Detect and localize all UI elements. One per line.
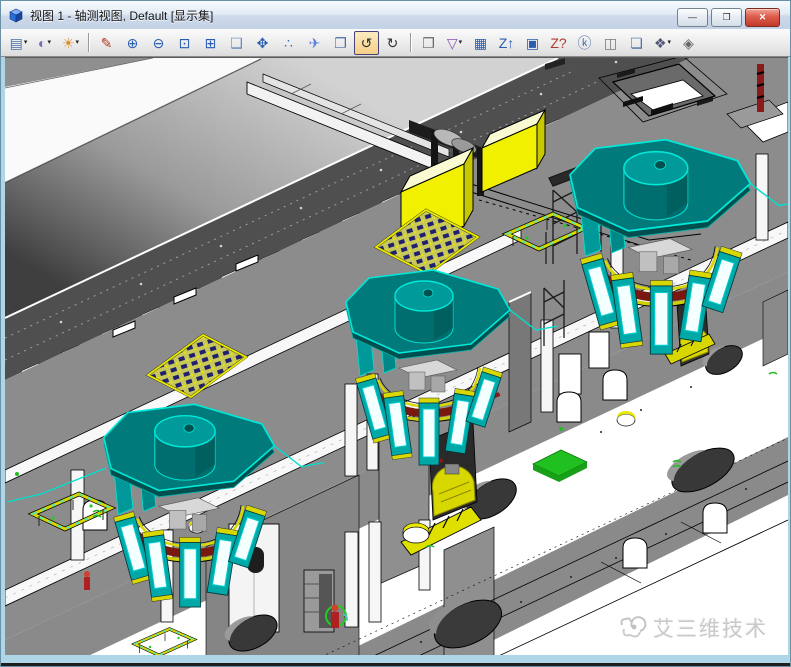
window-controls: — ❐ ✕ [677, 8, 780, 27]
toolbar-lighting-button[interactable]: ☀▾ [58, 31, 83, 55]
toolbar-paint-tool-button[interactable]: ✎ [94, 31, 119, 55]
restore-button[interactable]: ❐ [711, 8, 742, 27]
key-plan-icon: ⓚ [578, 36, 592, 50]
layers-icon: ▣ [526, 36, 539, 50]
viewports-icon: ❒ [422, 36, 435, 50]
model-scene [5, 58, 788, 655]
window-title: 视图 1 - 轴测视图, Default [显示集] [30, 7, 213, 24]
toolbar-separator [410, 33, 411, 52]
app-cube-icon [8, 7, 24, 23]
orbit-icon: ↺ [361, 36, 373, 50]
toolbar-layers-button[interactable]: ▣ [520, 31, 545, 55]
toolbar-z-query-button[interactable]: Z? [546, 31, 571, 55]
zoom-in-icon: ⊕ [127, 36, 139, 50]
sections-icon: ◫ [604, 36, 617, 50]
app-window: 视图 1 - 轴测视图, Default [显示集] — ❐ ✕ ▤▾◐▾☀▾✎… [0, 0, 791, 667]
dropdown-arrow-icon: ▾ [47, 39, 51, 46]
zoom-window-icon: ⊡ [179, 36, 191, 50]
paint-tool-icon: ✎ [101, 36, 113, 50]
cube-shaded-icon: ◈ [683, 36, 694, 50]
toolbar-zoom-window-button[interactable]: ⊡ [172, 31, 197, 55]
toolbar-render-style-button[interactable]: ◐▾ [32, 31, 57, 55]
toolbar-view-previous-button[interactable]: ❐ [328, 31, 353, 55]
display-sets-icon: ▤ [10, 36, 23, 50]
toolbar-display-sets-button[interactable]: ▤▾ [6, 31, 31, 55]
viewport-3d[interactable]: 艾三维技术 [5, 57, 788, 655]
toolbar-perspective-button[interactable]: ▽▾ [442, 31, 467, 55]
toolbar-zoom-out-button[interactable]: ⊖ [146, 31, 171, 55]
zoom-out-icon: ⊖ [153, 36, 165, 50]
view-previous-icon: ❐ [334, 36, 347, 50]
z-up-icon: Z↑ [499, 36, 515, 50]
watermark: 艾三维技术 [618, 613, 768, 643]
toolbar-sections-button[interactable]: ◫ [598, 31, 623, 55]
toolbar-zoom-fit-button[interactable]: ⊞ [198, 31, 223, 55]
dropdown-arrow-icon: ▾ [24, 39, 28, 46]
toolbar: ▤▾◐▾☀▾✎⊕⊖⊡⊞❑✥∴✈❐↺↻❒▽▾▦Z↑▣Z?ⓚ◫❏❖▾◈ [1, 29, 790, 57]
z-query-icon: Z? [550, 36, 566, 50]
perspective-icon: ▽ [447, 36, 458, 50]
close-button[interactable]: ✕ [745, 8, 780, 27]
zoom-fit-icon: ⊞ [205, 36, 217, 50]
worker-figure-left[interactable] [84, 571, 90, 590]
pan-icon: ✥ [257, 36, 269, 50]
toolbar-grid-button[interactable]: ▦ [468, 31, 493, 55]
toolbar-orbit-3d-button[interactable]: ❖▾ [650, 31, 675, 55]
titlebar[interactable]: 视图 1 - 轴测视图, Default [显示集] — ❐ ✕ [1, 1, 790, 29]
toolbar-cube-wire-button[interactable]: ❏ [624, 31, 649, 55]
toolbar-pan-button[interactable]: ✥ [250, 31, 275, 55]
look-around-icon: ↻ [387, 36, 399, 50]
dropdown-arrow-icon: ▾ [76, 39, 80, 46]
toolbar-walk-button[interactable]: ∴ [276, 31, 301, 55]
toolbar-z-up-button[interactable]: Z↑ [494, 31, 519, 55]
dropdown-arrow-icon: ▾ [668, 39, 672, 46]
watermark-text: 艾三维技术 [653, 613, 768, 643]
toolbar-orbit-button[interactable]: ↺ [354, 31, 379, 55]
toolbar-fly-button[interactable]: ✈ [302, 31, 327, 55]
toolbar-view-cube-button[interactable]: ❑ [224, 31, 249, 55]
view-cube-icon: ❑ [230, 36, 243, 50]
dropdown-arrow-icon: ▾ [459, 39, 463, 46]
grid-icon: ▦ [474, 36, 487, 50]
watermark-logo-icon [618, 615, 648, 641]
lighting-icon: ☀ [62, 36, 75, 50]
orbit-3d-icon: ❖ [654, 36, 667, 50]
minimize-button[interactable]: — [677, 8, 708, 27]
toolbar-look-around-button[interactable]: ↻ [380, 31, 405, 55]
fly-icon: ✈ [309, 36, 321, 50]
toolbar-separator [88, 33, 89, 52]
toolbar-cube-shaded-button[interactable]: ◈ [676, 31, 701, 55]
toolbar-zoom-in-button[interactable]: ⊕ [120, 31, 145, 55]
toolbar-key-plan-button[interactable]: ⓚ [572, 31, 597, 55]
walk-icon: ∴ [284, 36, 293, 50]
cube-wire-icon: ❏ [630, 36, 643, 50]
window-bottom-edge [1, 663, 790, 666]
render-style-icon: ◐ [38, 36, 46, 50]
toolbar-viewports-button[interactable]: ❒ [416, 31, 441, 55]
